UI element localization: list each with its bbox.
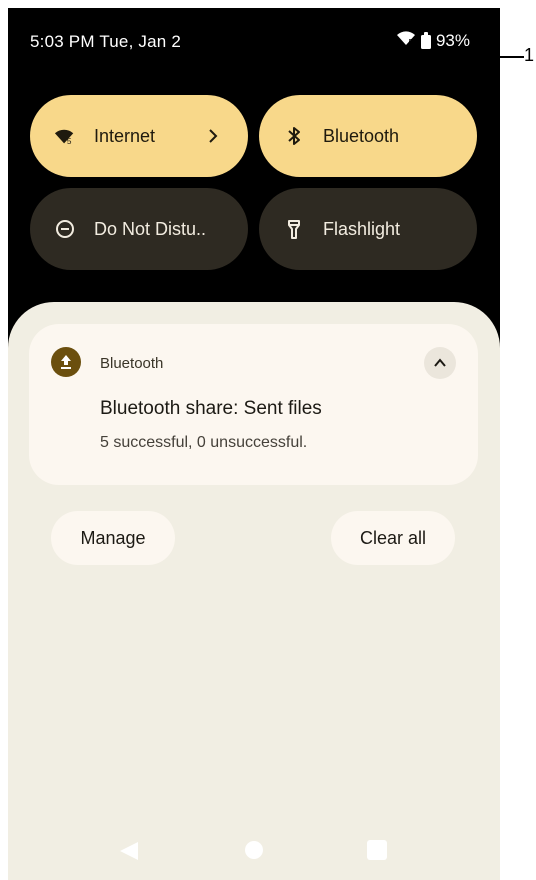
notification-app-name: Bluetooth bbox=[100, 355, 164, 372]
wifi-icon: 5 bbox=[396, 30, 416, 51]
tile-label: Internet bbox=[94, 125, 156, 146]
bluetooth-icon bbox=[283, 125, 305, 147]
tile-bluetooth[interactable]: Bluetooth bbox=[259, 95, 477, 177]
callout-line bbox=[490, 56, 524, 58]
notification-text: 5 successful, 0 unsuccessful. bbox=[100, 434, 308, 451]
do-not-disturb-icon bbox=[54, 218, 76, 240]
tile-internet[interactable]: 5 Internet bbox=[30, 95, 248, 177]
svg-text:5: 5 bbox=[67, 137, 72, 145]
status-time: 5:03 PM Tue, Jan 2 bbox=[30, 32, 182, 51]
recents-icon[interactable] bbox=[367, 840, 387, 860]
svg-text:5: 5 bbox=[408, 38, 413, 46]
manage-button[interactable]: Manage bbox=[51, 511, 175, 565]
status-bar: 5:03 PM Tue, Jan 2 5 93% bbox=[8, 8, 500, 78]
upload-icon bbox=[51, 347, 81, 377]
notification-title: Bluetooth share: Sent files bbox=[100, 398, 322, 419]
battery-icon bbox=[420, 32, 431, 49]
phone-screen: 5:03 PM Tue, Jan 2 5 93% 5 Internet Blue… bbox=[8, 8, 500, 880]
tile-label: Do Not Distu.. bbox=[94, 218, 207, 239]
callout-label: 1 bbox=[524, 45, 535, 65]
home-icon[interactable] bbox=[245, 841, 263, 859]
tile-do-not-disturb[interactable]: Do Not Distu.. bbox=[30, 188, 248, 270]
wifi-icon: 5 bbox=[54, 125, 76, 147]
flashlight-icon bbox=[283, 218, 305, 240]
notification-card[interactable]: Bluetooth Bluetooth share: Sent files 5 … bbox=[29, 324, 478, 485]
chevron-right-icon[interactable] bbox=[202, 125, 224, 147]
clear-all-button[interactable]: Clear all bbox=[331, 511, 455, 565]
tile-label: Bluetooth bbox=[323, 125, 400, 146]
tile-flashlight[interactable]: Flashlight bbox=[259, 188, 477, 270]
chevron-up-icon[interactable] bbox=[424, 347, 456, 379]
battery-percent: 93% bbox=[435, 30, 470, 50]
back-icon[interactable] bbox=[118, 840, 140, 867]
tile-label: Flashlight bbox=[323, 218, 401, 239]
status-icons: 5 93% bbox=[396, 30, 470, 51]
